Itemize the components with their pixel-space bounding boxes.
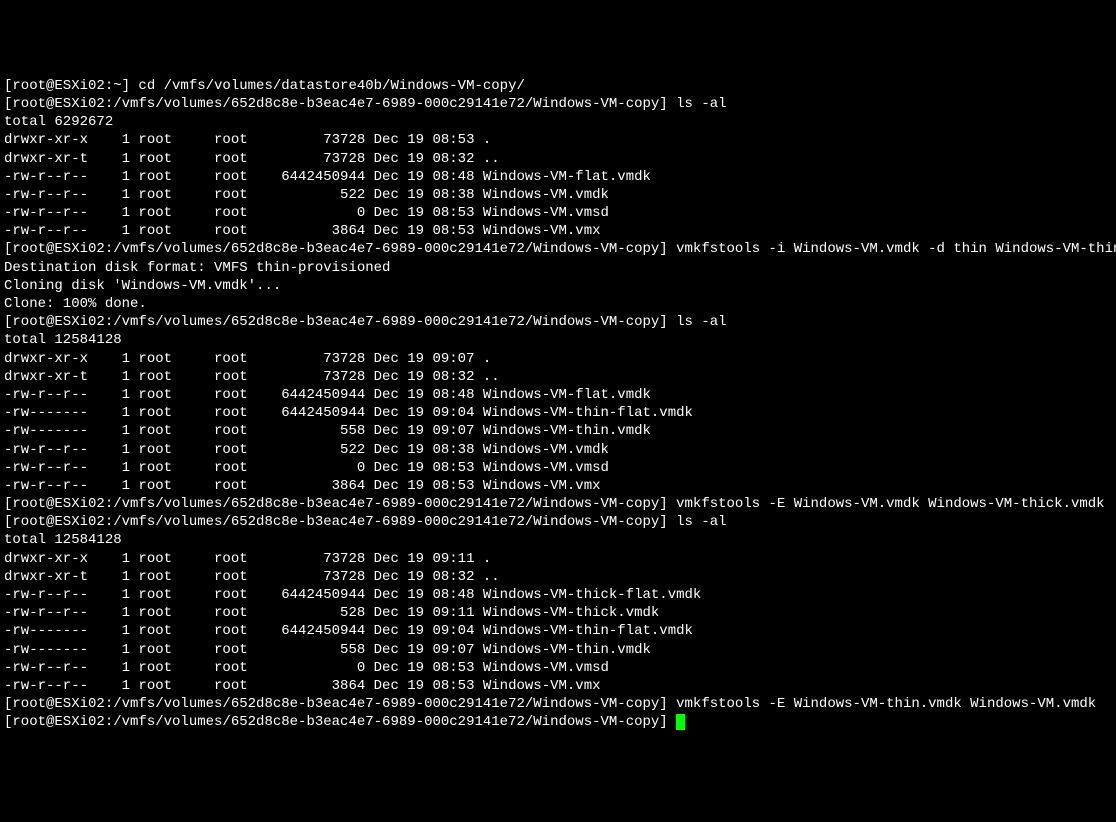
terminal-output[interactable]: [root@ESXi02:~] cd /vmfs/volumes/datasto… [4, 77, 1112, 732]
cursor-block [676, 714, 685, 730]
terminal-text: [root@ESXi02:~] cd /vmfs/volumes/datasto… [4, 78, 1116, 731]
